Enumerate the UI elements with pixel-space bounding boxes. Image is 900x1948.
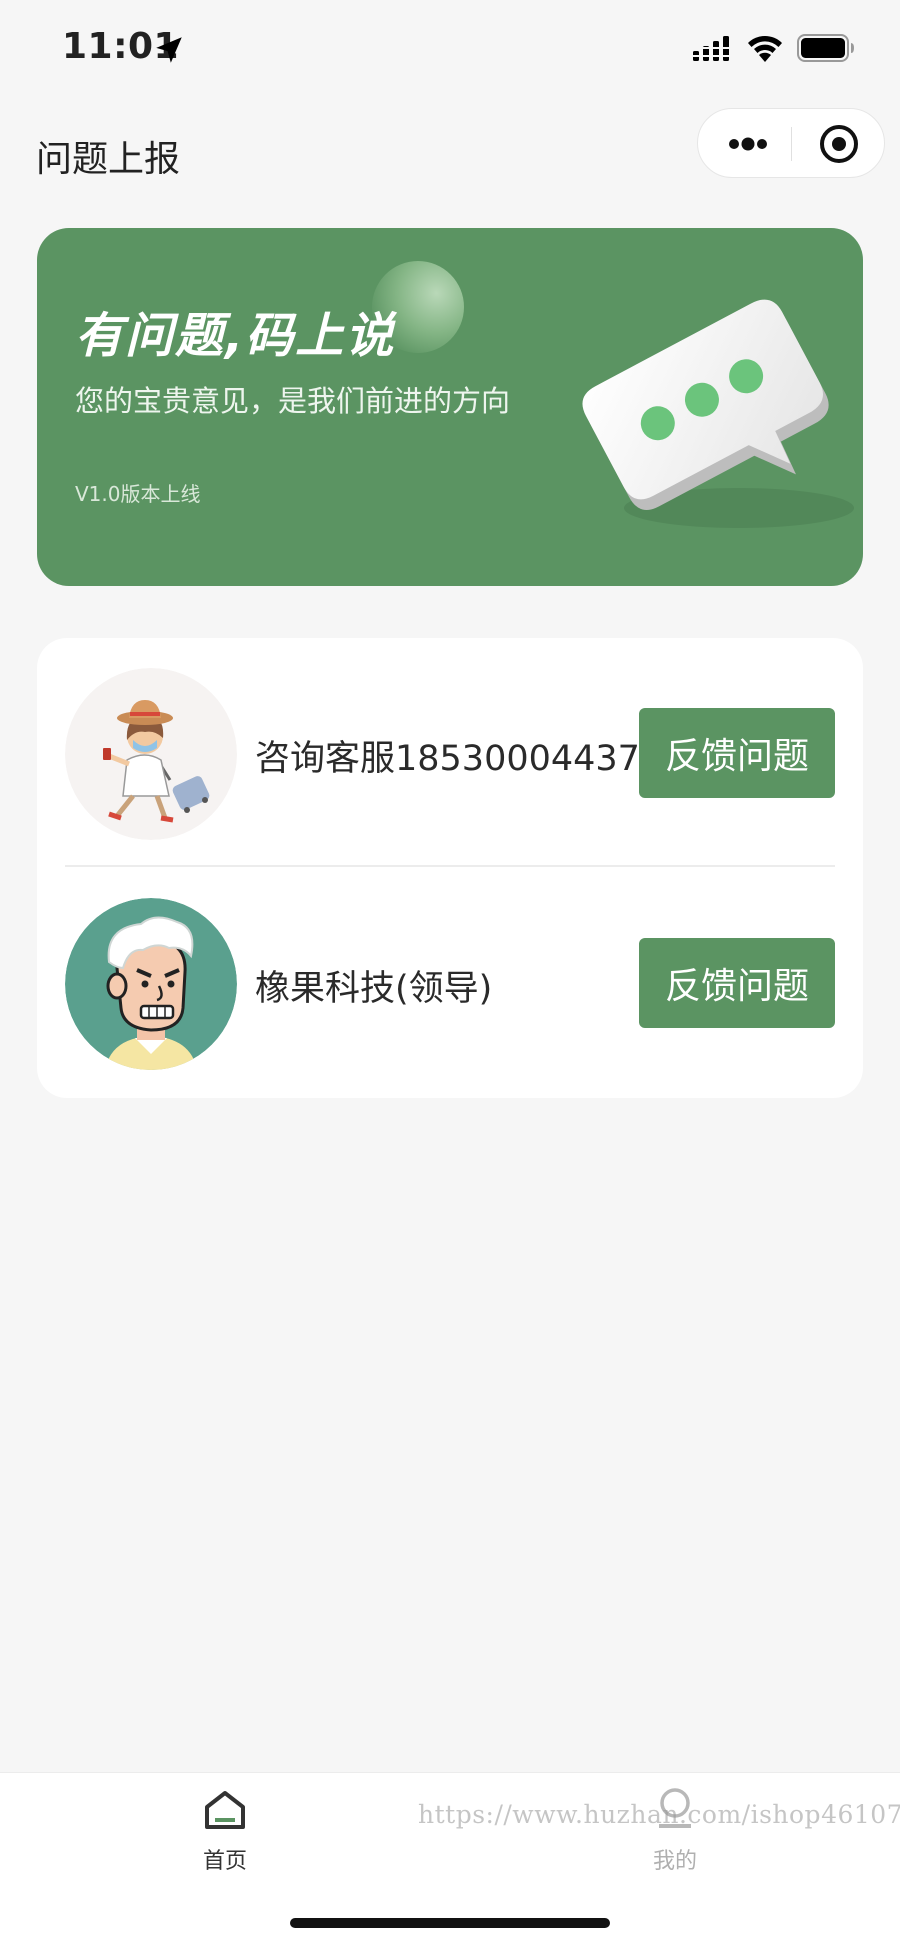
banner-version: V1.0版本上线 <box>75 482 201 506</box>
battery-icon <box>797 34 854 62</box>
contact-name: 橡果科技(领导) <box>255 969 493 1009</box>
close-target-icon[interactable] <box>818 123 860 165</box>
feedback-button[interactable]: 反馈问题 <box>639 708 835 798</box>
promo-banner: 有问题,码上说 您的宝贵意见，是我们前进的方向 V1.0版本上线 <box>37 228 863 586</box>
more-dots-icon[interactable] <box>726 131 770 157</box>
mini-program-capsule <box>697 108 885 178</box>
row-divider <box>65 865 835 867</box>
traveler-avatar <box>65 668 237 840</box>
old-man-avatar <box>65 898 237 1070</box>
contact-name: 咨询客服18530004437 <box>255 739 640 779</box>
contact-row: 咨询客服18530004437 反馈问题 <box>37 638 863 868</box>
status-bar: 11:01 <box>0 0 900 100</box>
cellular-signal-icon <box>693 36 729 61</box>
capsule-divider <box>791 127 792 161</box>
wifi-icon <box>748 35 782 62</box>
home-indicator <box>290 1918 610 1928</box>
chat-bubble-illustration <box>582 299 854 528</box>
tab-home[interactable]: 首页 <box>125 1787 325 1887</box>
contact-row: 橡果科技(领导) 反馈问题 <box>37 868 863 1098</box>
feedback-button[interactable]: 反馈问题 <box>639 938 835 1028</box>
page-title: 问题上报 <box>36 139 181 180</box>
watermark-text: https://www.huzhan.com/ishop46107 <box>418 1800 900 1829</box>
banner-slogan: 有问题,码上说 <box>75 308 396 364</box>
tab-home-label: 首页 <box>202 1849 247 1874</box>
location-arrow-icon <box>156 37 182 63</box>
contact-list-card: 咨询客服18530004437 反馈问题 橡果科技(领导) 反馈问题 <box>37 638 863 1098</box>
home-icon <box>205 1791 245 1829</box>
banner-subtitle: 您的宝贵意见，是我们前进的方向 <box>75 384 511 418</box>
tab-mine-label: 我的 <box>652 1849 697 1874</box>
